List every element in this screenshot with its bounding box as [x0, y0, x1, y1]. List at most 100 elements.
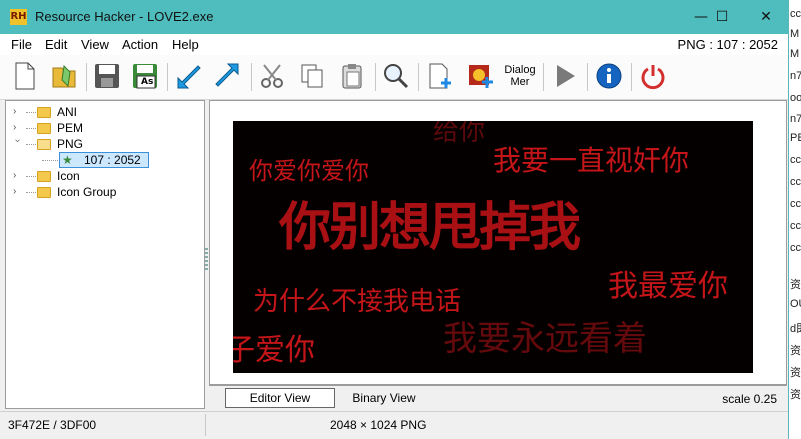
image-text: 我要一直视奸你	[493, 144, 690, 177]
dialog-menu-icon[interactable]: Dialog Mer	[502, 60, 538, 92]
toolbar-separator	[418, 63, 419, 91]
chevron-right-icon[interactable]: ›	[13, 187, 23, 197]
menu-file[interactable]: File	[11, 37, 32, 52]
status-image-info: 2048 × 1024 PNG	[330, 418, 427, 432]
save-as-label: As	[141, 77, 154, 87]
tree-item-label: PEM	[57, 121, 84, 135]
background-text: n7	[790, 70, 801, 82]
image-frame: 给你 你爱你爱你 我要一直视奸你 你别想甩掉我 我最爱你 为什么不接我电话 我要…	[223, 117, 756, 373]
tree-item-ani[interactable]: › ANI	[6, 104, 204, 120]
toolbar-separator	[167, 63, 168, 91]
add-image-icon[interactable]	[464, 60, 496, 92]
power-icon[interactable]	[637, 60, 669, 92]
add-resource-icon[interactable]	[424, 60, 456, 92]
tree-connector	[26, 112, 36, 114]
copy-icon[interactable]	[296, 60, 328, 92]
title-bar[interactable]: RH Resource Hacker - LOVE2.exe — ☐ ✕	[0, 0, 788, 34]
background-text: cc	[790, 176, 801, 188]
background-text: cc	[790, 154, 801, 166]
tab-binary-view[interactable]: Binary View	[339, 388, 429, 408]
chevron-right-icon[interactable]: ›	[13, 171, 23, 181]
save-as-icon[interactable]: As	[129, 60, 161, 92]
menu-help[interactable]: Help	[172, 37, 199, 52]
run-icon[interactable]	[549, 60, 581, 92]
image-text: 我要永远看着	[443, 319, 647, 359]
chevron-right-icon[interactable]: ›	[13, 107, 23, 117]
image-text: 为什么不接我电话	[253, 287, 462, 317]
menu-action[interactable]: Action	[122, 37, 158, 52]
dialog-menu-label-2: Mer	[510, 76, 530, 88]
toolbar-separator	[631, 63, 632, 91]
status-divider	[205, 414, 206, 436]
background-text: 资	[790, 389, 801, 401]
image-text: 子爱你	[233, 333, 315, 368]
background-text: M	[790, 48, 800, 60]
toolbar-separator	[86, 63, 87, 91]
background-window-edge: cc M M n7 oo n7 PE cc cc cc cc cc 资 OU d…	[789, 0, 801, 439]
tree-item-label: ANI	[57, 105, 78, 119]
tree-item-png[interactable]: › PNG	[6, 136, 204, 152]
tree-connector	[26, 144, 36, 146]
tree-item-label: Icon Group	[57, 185, 117, 199]
chevron-right-icon[interactable]: ›	[13, 123, 23, 133]
tree-connector	[26, 176, 36, 178]
new-file-icon[interactable]	[9, 60, 41, 92]
tree-connector	[42, 160, 58, 162]
tree-item-107-2052[interactable]: ★ 107 : 2052	[59, 152, 149, 168]
compile-back-icon[interactable]	[172, 60, 204, 92]
tree-item-label: 107 : 2052	[84, 153, 141, 167]
tree-item-icon[interactable]: › Icon	[6, 168, 204, 184]
image-text: 我最爱你	[608, 269, 728, 304]
menu-bar: File Edit View Action Help PNG : 107 : 2…	[0, 34, 788, 55]
close-button[interactable]: ✕	[744, 0, 788, 34]
toolbar-separator	[543, 63, 544, 91]
tree-connector	[26, 192, 36, 194]
scale-label: scale 0.25	[722, 392, 777, 406]
tree-connector	[26, 128, 36, 130]
menu-edit[interactable]: Edit	[45, 37, 67, 52]
compile-forward-icon[interactable]	[212, 60, 244, 92]
toolbar: As Dialog Mer	[0, 55, 788, 100]
folder-icon	[37, 106, 51, 118]
png-image-preview: 给你 你爱你爱你 我要一直视奸你 你别想甩掉我 我最爱你 为什么不接我电话 我要…	[233, 121, 753, 373]
background-text: cc	[790, 242, 801, 254]
menu-view[interactable]: View	[81, 37, 109, 52]
chevron-down-icon[interactable]: ›	[12, 139, 23, 149]
background-text: oo	[790, 92, 801, 104]
folder-icon	[37, 122, 51, 134]
folder-icon	[37, 170, 51, 182]
image-text: 你别想甩掉我	[279, 197, 581, 258]
window-title: Resource Hacker - LOVE2.exe	[35, 9, 214, 24]
tree-item-pem[interactable]: › PEM	[6, 120, 204, 136]
app-logo-icon: RH	[10, 9, 27, 25]
star-icon: ★	[62, 153, 73, 167]
info-icon[interactable]	[593, 60, 625, 92]
background-text: cc	[790, 8, 801, 20]
background-text: cc	[790, 198, 801, 210]
folder-icon	[37, 186, 51, 198]
background-text: n7	[790, 113, 801, 125]
save-icon[interactable]	[91, 60, 123, 92]
resource-tree[interactable]: › ANI › PEM › PNG ★ 107 : 2052 › Icon › …	[5, 100, 205, 409]
tab-editor-view[interactable]: Editor View	[225, 388, 335, 408]
background-text: PE	[790, 132, 801, 144]
image-text: 给你	[433, 121, 486, 147]
background-text: 资	[790, 345, 801, 357]
cut-icon[interactable]	[256, 60, 288, 92]
background-text: cc	[790, 220, 801, 232]
splitter-grip-icon[interactable]	[205, 248, 208, 270]
find-icon[interactable]	[380, 60, 412, 92]
background-text: 资	[790, 279, 801, 291]
background-text: 资	[790, 367, 801, 379]
toolbar-separator	[587, 63, 588, 91]
background-text: OU	[790, 298, 801, 310]
paste-icon[interactable]	[336, 60, 368, 92]
tree-item-label: PNG	[57, 137, 84, 151]
tree-item-icon-group[interactable]: › Icon Group	[6, 184, 204, 200]
resource-hacker-window: RH Resource Hacker - LOVE2.exe — ☐ ✕ Fil…	[0, 0, 789, 439]
background-text: d即	[790, 323, 801, 335]
maximize-button[interactable]: ☐	[700, 0, 744, 34]
open-file-icon[interactable]	[48, 60, 80, 92]
tree-item-label: Icon	[57, 169, 80, 183]
status-bar: 3F472E / 3DF00 2048 × 1024 PNG	[0, 411, 788, 439]
